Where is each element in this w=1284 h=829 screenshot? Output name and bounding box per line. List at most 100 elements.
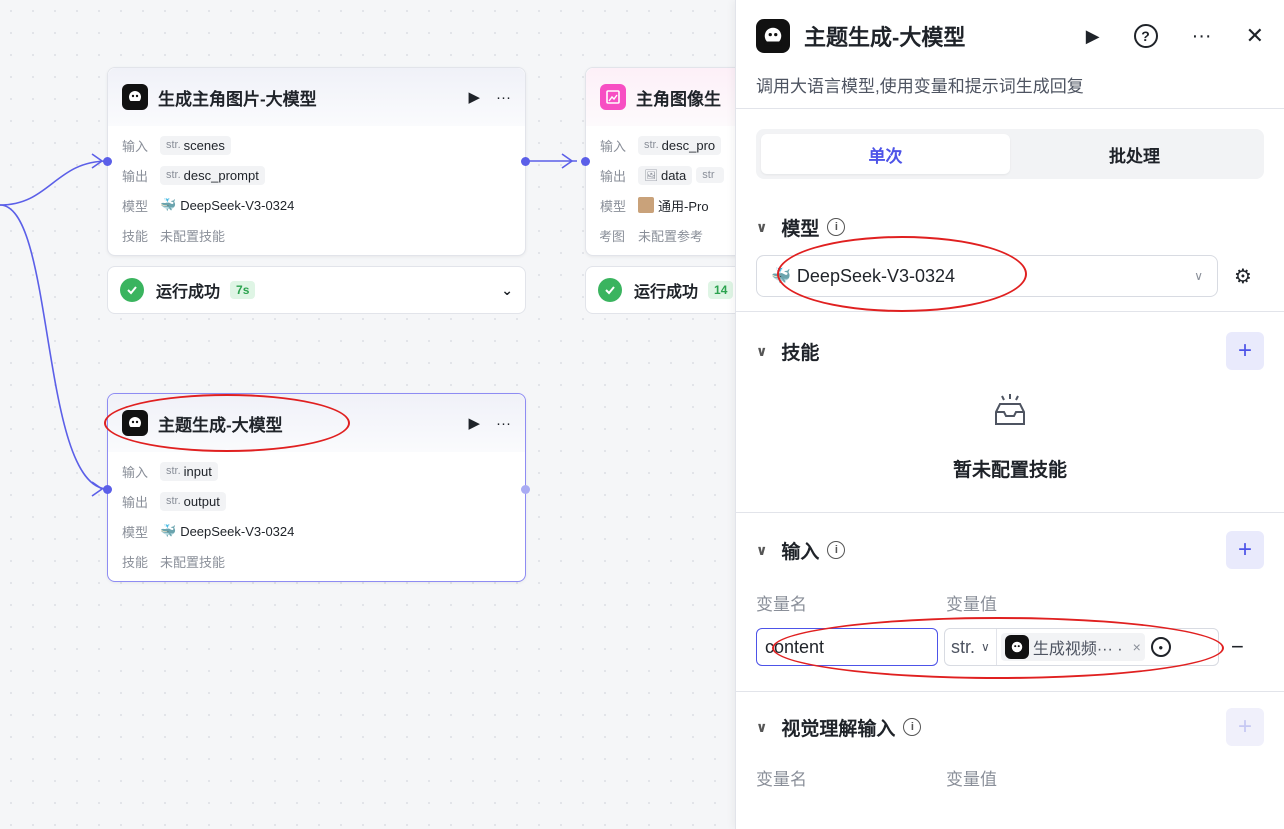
time-badge: 14: [708, 281, 734, 299]
empty-text: 暂未配置技能: [952, 460, 1067, 481]
run-icon[interactable]: ▶: [468, 88, 480, 106]
section-title: 输入: [781, 541, 820, 563]
more-icon[interactable]: ···: [1192, 25, 1212, 48]
section-title: 模型: [781, 218, 820, 240]
model-value: 通用-Pro: [658, 198, 709, 214]
output-chip-2: str: [696, 167, 724, 183]
variable-row: content str. ∨ 生成视频··· · × ● −: [756, 625, 1264, 669]
model-section: ∨ 模型 i 🐳 DeepSeek-V3-0324 ∨ ⚙: [736, 199, 1284, 312]
output-port[interactable]: [521, 485, 530, 494]
input-port[interactable]: [103, 157, 112, 166]
chevron-down-icon[interactable]: ⌄: [501, 282, 513, 299]
output-chip: 🖼 data: [638, 165, 693, 185]
input-label: 输入: [122, 138, 149, 154]
more-icon[interactable]: ···: [496, 89, 511, 106]
info-icon[interactable]: i: [827, 541, 846, 559]
input-chip: str. input: [160, 461, 218, 481]
col-var-name: 变量名: [756, 594, 807, 614]
type-select[interactable]: str. ∨: [951, 629, 997, 665]
node-title: 生成主角图片-大模型: [158, 89, 317, 109]
node-theme-generation[interactable]: 主题生成-大模型 ▶ ··· 输入 str. input 输出 str. output …: [107, 393, 526, 582]
success-icon: [598, 278, 622, 302]
col-var-value: 变量值: [946, 594, 997, 614]
input-chip: str. scenes: [160, 135, 231, 155]
success-icon: [120, 278, 144, 302]
input-label: 输入: [122, 464, 149, 480]
chevron-down-icon[interactable]: ∨: [756, 219, 767, 236]
chevron-down-icon[interactable]: ∨: [756, 719, 767, 736]
gear-icon[interactable]: ⚙: [1234, 264, 1252, 289]
time-badge: 7s: [230, 281, 256, 299]
model-label: 模型: [122, 198, 149, 214]
ref-value: 未配置参考: [638, 228, 704, 244]
close-icon[interactable]: ✕: [1246, 23, 1264, 49]
output-port[interactable]: [521, 157, 530, 166]
run-status-node1[interactable]: 运行成功 7s ⌄: [107, 266, 526, 314]
node-generate-protagonist-image[interactable]: 生成主角图片-大模型 ▶ ··· 输入 str. scenes 输出 str. desc…: [107, 67, 526, 256]
help-icon[interactable]: ?: [1133, 24, 1158, 48]
model-label: 模型: [600, 198, 627, 214]
model-value: DeepSeek-V3-0324: [180, 197, 295, 213]
edge-to-node1: [0, 160, 109, 206]
tab-batch[interactable]: 批处理: [1010, 134, 1259, 174]
deepseek-icon: 🐳: [160, 523, 177, 538]
input-chip: str. desc_pro: [638, 135, 722, 155]
var-value-field[interactable]: str. ∨ 生成视频··· · × ●: [944, 628, 1219, 666]
skill-value: 未配置技能: [160, 554, 226, 570]
input-port[interactable]: [581, 157, 590, 166]
col-var-value: 变量值: [946, 769, 997, 789]
skill-label: 技能: [122, 554, 149, 570]
status-text: 运行成功: [634, 284, 699, 301]
llm-icon: [756, 19, 790, 53]
llm-icon: [122, 410, 148, 436]
ref-label: 参考图: [600, 228, 626, 244]
ref-chip[interactable]: 生成视频··· · ×: [1000, 633, 1145, 661]
ref-text: 生成视频··· ·: [1032, 641, 1123, 658]
panel-title: 主题生成-大模型: [804, 25, 966, 50]
model-value: DeepSeek-V3-0324: [180, 523, 295, 539]
chevron-down-icon: ∨: [981, 640, 990, 654]
run-icon[interactable]: ▶: [468, 414, 480, 432]
var-name-input[interactable]: content: [756, 628, 938, 666]
add-input-button[interactable]: +: [1226, 531, 1264, 569]
input-port[interactable]: [103, 485, 112, 494]
remove-var-button[interactable]: −: [1231, 634, 1244, 660]
node-config-panel: 主题生成-大模型 ▶ ? ··· ✕ 调用大语言模型,使用变量和提示词生成回复 …: [735, 0, 1284, 829]
skill-label: 技能: [122, 228, 149, 244]
llm-icon: [1004, 635, 1029, 659]
target-icon[interactable]: ●: [1150, 637, 1171, 657]
deepseek-icon: 🐳: [771, 268, 791, 285]
input-label: 输入: [600, 138, 627, 154]
section-title: 视觉理解输入: [781, 718, 896, 740]
add-vision-input-button[interactable]: +: [1226, 708, 1264, 746]
chevron-down-icon[interactable]: ∨: [756, 542, 767, 559]
output-label: 输出: [122, 168, 149, 184]
model-select[interactable]: 🐳 DeepSeek-V3-0324 ∨: [756, 255, 1218, 297]
panel-description: 调用大语言模型,使用变量和提示词生成回复: [756, 77, 1084, 96]
chevron-down-icon[interactable]: ∨: [756, 343, 767, 360]
model-selected-value: DeepSeek-V3-0324: [796, 265, 956, 286]
close-icon[interactable]: ×: [1133, 639, 1141, 655]
skill-value: 未配置技能: [160, 228, 226, 244]
vision-input-section: ∨ 视觉理解输入 i + 变量名 变量值: [736, 692, 1284, 792]
tab-single[interactable]: 单次: [761, 134, 1010, 174]
mode-tabs: 单次 批处理: [756, 129, 1264, 179]
edge-to-node3: [0, 204, 109, 490]
output-chip: str. desc_prompt: [160, 165, 265, 185]
info-icon[interactable]: i: [827, 218, 846, 236]
model-thumb-icon: [638, 197, 654, 213]
add-skill-button[interactable]: +: [1226, 332, 1264, 370]
empty-box-icon: [995, 394, 1025, 425]
output-label: 输出: [600, 168, 627, 184]
node-title: 主角图像生: [636, 89, 721, 109]
run-icon[interactable]: ▶: [1086, 26, 1100, 47]
model-label: 模型: [122, 524, 149, 540]
output-chip: str. output: [160, 491, 226, 511]
llm-icon: [122, 84, 148, 110]
chevron-down-icon: ∨: [1194, 269, 1203, 283]
info-icon[interactable]: i: [903, 718, 922, 736]
deepseek-icon: 🐳: [160, 197, 177, 212]
section-title: 技能: [781, 342, 820, 364]
skill-section: ∨ 技能 + 暂未配置技能: [736, 312, 1284, 512]
more-icon[interactable]: ···: [496, 415, 511, 432]
